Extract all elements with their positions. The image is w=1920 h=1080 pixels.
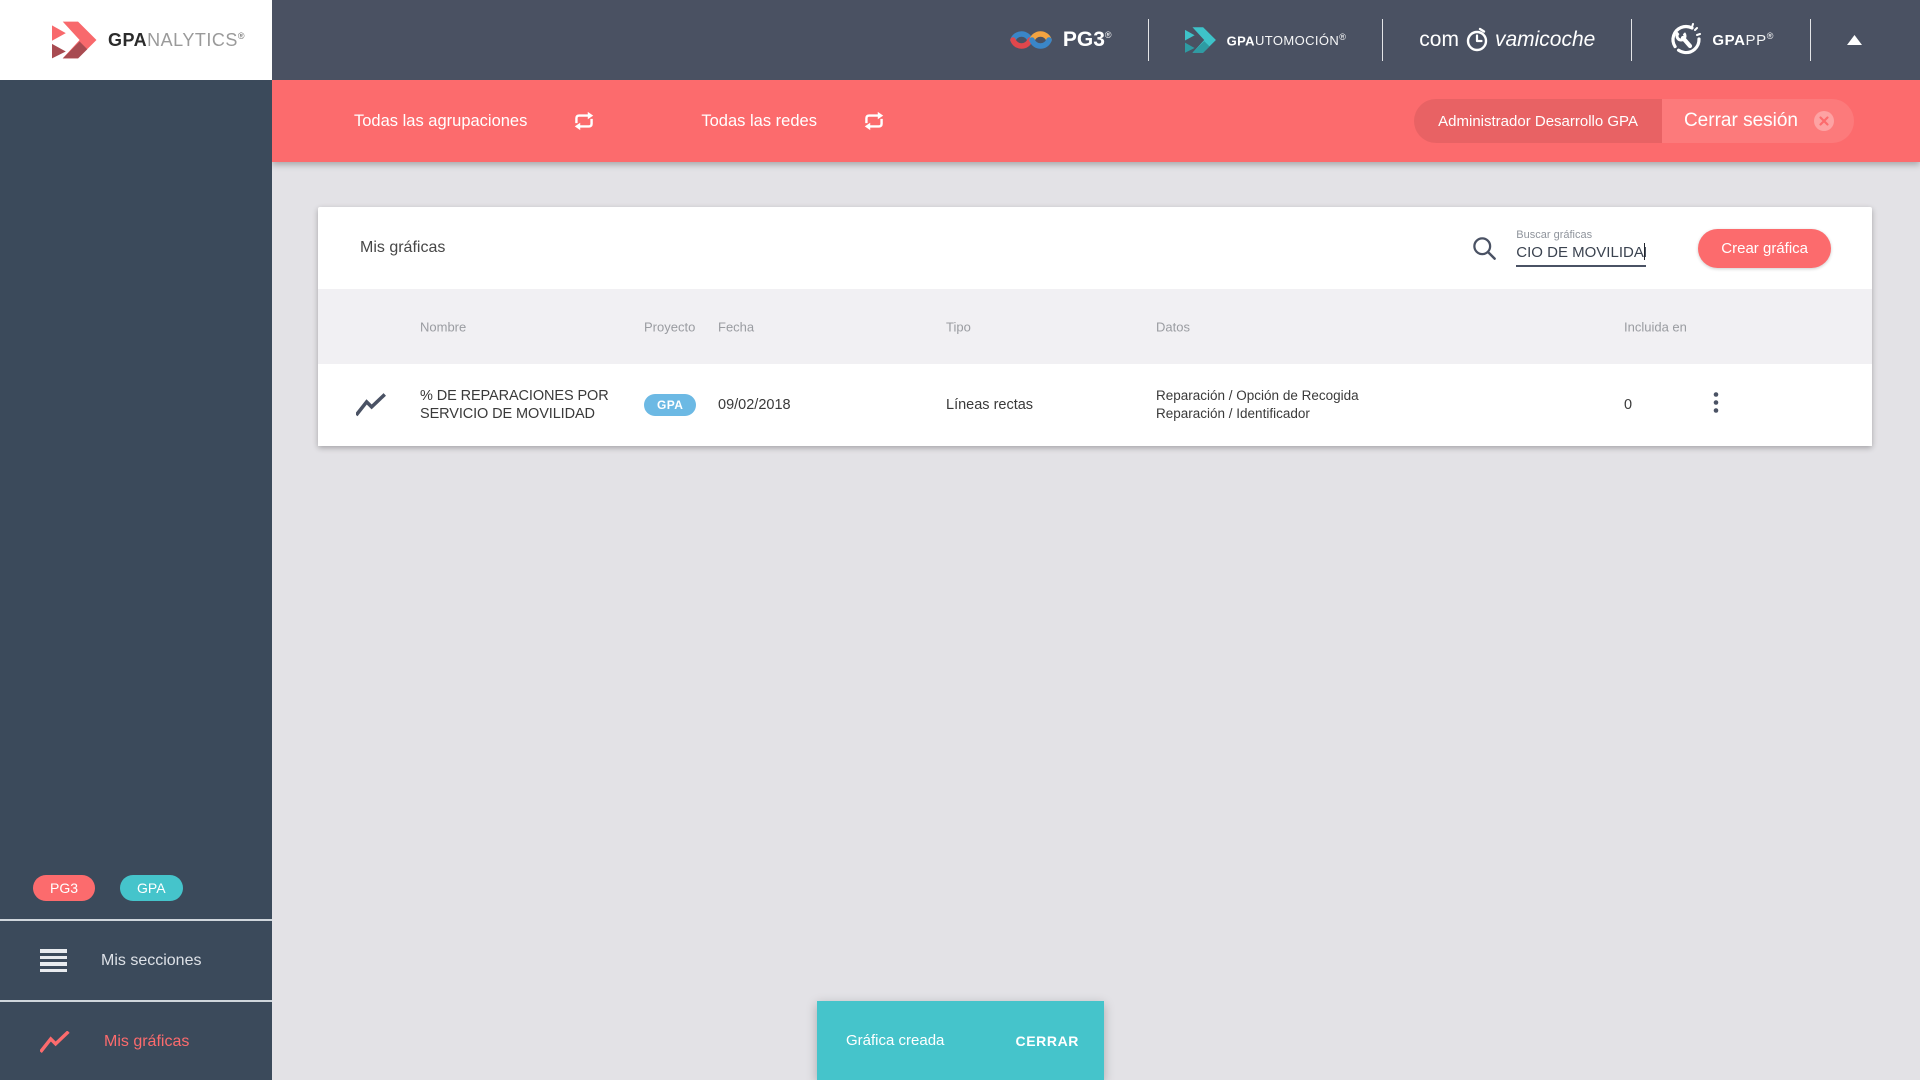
- sidebar-item-mis-graficas[interactable]: Mis gráficas: [0, 1002, 272, 1080]
- swap-icon: [864, 111, 884, 131]
- gpautomocion-app-logo[interactable]: GPAUTOMOCIÓN®: [1184, 26, 1347, 54]
- sections-menu-icon: [40, 949, 67, 972]
- app-screen: GPANALYTICS® PG3® GPAUTOMOCIÓN® com vami…: [0, 0, 1920, 1080]
- card-actions: Buscar gráficas Crear gráfica: [1471, 228, 1831, 268]
- data-line1: Reparación / Opción de Recogida: [1156, 388, 1359, 403]
- clock-icon: [1466, 27, 1488, 52]
- toast-message: Gráfica creada: [846, 1032, 945, 1049]
- text-caret: [1643, 243, 1646, 260]
- toast-notification: Gráfica creada CERRAR: [817, 1001, 1104, 1080]
- create-chart-button[interactable]: Crear gráfica: [1698, 228, 1831, 268]
- gpanalytics-arrow-icon: [52, 21, 97, 59]
- groupings-filter[interactable]: Todas las agrupaciones: [354, 108, 597, 134]
- top-app-bar: PG3® GPAUTOMOCIÓN® com vamicoche GPAPP®: [272, 0, 1920, 80]
- brand-name: GPANALYTICS®: [108, 29, 245, 50]
- sidebar-item-label: Mis gráficas: [104, 1032, 190, 1050]
- line-chart-icon: [40, 1030, 70, 1053]
- search-icon: [1473, 236, 1497, 260]
- column-header-incluida-en: Incluida en: [1624, 319, 1687, 334]
- topbar-divider: [1810, 19, 1811, 61]
- logout-button[interactable]: Cerrar sesión: [1661, 99, 1854, 143]
- chart-name-line2: SERVICIO DE MOVILIDAD: [420, 406, 595, 422]
- column-header-fecha: Fecha: [718, 319, 755, 334]
- gpapp-app-logo[interactable]: GPAPP®: [1668, 23, 1774, 57]
- sidebar-item-mis-secciones[interactable]: Mis secciones: [0, 921, 272, 1000]
- column-header-nombre: Nombre: [420, 319, 467, 334]
- column-header-datos: Datos: [1156, 319, 1190, 334]
- row-menu-button[interactable]: [1708, 387, 1724, 424]
- topbar-divider: [1147, 19, 1149, 61]
- logged-user-label: Administrador Desarrollo GPA: [1414, 99, 1662, 143]
- networks-filter[interactable]: Todas las redes: [701, 108, 887, 134]
- sidebar-item-label: Mis secciones: [101, 951, 202, 969]
- search-field: Buscar gráficas: [1516, 229, 1647, 267]
- included-in-cell: 0: [1624, 397, 1633, 413]
- pg3-label: PG3®: [1062, 28, 1112, 51]
- gpautomocion-label: GPAUTOMOCIÓN®: [1226, 31, 1347, 49]
- data-line2: Reparación / Identificador: [1156, 406, 1310, 421]
- gpanalytics-logo[interactable]: GPANALYTICS®: [0, 0, 272, 80]
- chart-name-cell: % DE REPARACIONES POR SERVICIO DE MOVILI…: [420, 387, 609, 423]
- topbar-divider: [1631, 19, 1633, 61]
- search-input[interactable]: [1516, 243, 1647, 267]
- gpapp-wrench-icon: [1671, 23, 1702, 55]
- sidebar-badges: PG3 GPA: [33, 875, 183, 901]
- column-header-tipo: Tipo: [946, 319, 971, 334]
- chart-name-line1: % DE REPARACIONES POR: [420, 388, 609, 404]
- topbar-divider: [1382, 19, 1384, 61]
- gpa-badge[interactable]: GPA: [120, 875, 183, 901]
- project-badge: GPA: [644, 394, 697, 416]
- groupings-filter-label: Todas las agrupaciones: [354, 111, 528, 130]
- compravamicoche-app-logo[interactable]: com vamicoche: [1419, 27, 1595, 53]
- gpautomocion-arrow-icon: [1184, 27, 1216, 53]
- project-cell: GPA: [644, 394, 697, 416]
- user-session-pill: Administrador Desarrollo GPA Cerrar sesi…: [1414, 99, 1854, 143]
- pg3-app-logo[interactable]: PG3®: [1009, 25, 1112, 55]
- compravamicoche-label-right: vamicoche: [1494, 28, 1596, 51]
- pg3-infinity-icon: [1010, 31, 1052, 49]
- data-cell: Reparación / Opción de Recogida Reparaci…: [1156, 387, 1359, 423]
- sidebar: PG3 GPA Mis secciones Mis gráficas: [0, 80, 272, 1080]
- table-header: Nombre Proyecto Fecha Tipo Datos Incluid…: [318, 289, 1872, 364]
- triangle-up-icon: [1847, 35, 1862, 45]
- type-cell: Líneas rectas: [946, 397, 1034, 413]
- logout-label: Cerrar sesión: [1683, 110, 1798, 131]
- card-titlebar: Mis gráficas Buscar gráficas Crear gráfi…: [318, 207, 1872, 289]
- close-circle-icon: [1814, 111, 1834, 131]
- page-title: Mis gráficas: [360, 239, 446, 256]
- date-cell: 09/02/2018: [718, 397, 791, 413]
- swap-icon: [575, 111, 594, 131]
- networks-filter-label: Todas las redes: [701, 111, 817, 130]
- compravamicoche-label-left: com: [1419, 28, 1459, 51]
- kebab-menu-icon: [1713, 392, 1719, 413]
- pg3-badge[interactable]: PG3: [33, 875, 96, 901]
- table-row[interactable]: % DE REPARACIONES POR SERVICIO DE MOVILI…: [318, 364, 1872, 446]
- search-field-label: Buscar gráficas: [1516, 229, 1593, 241]
- gpapp-label: GPAPP®: [1712, 31, 1774, 49]
- column-header-proyecto: Proyecto: [644, 319, 696, 334]
- line-chart-icon: [356, 393, 386, 417]
- filter-bar: Todas las agrupaciones Todas las redes A…: [272, 80, 1920, 162]
- mis-graficas-card: Mis gráficas Buscar gráficas Crear gráfi…: [318, 207, 1872, 446]
- toast-close-button[interactable]: CERRAR: [1016, 1033, 1080, 1049]
- collapse-topbar-button[interactable]: [1847, 35, 1862, 45]
